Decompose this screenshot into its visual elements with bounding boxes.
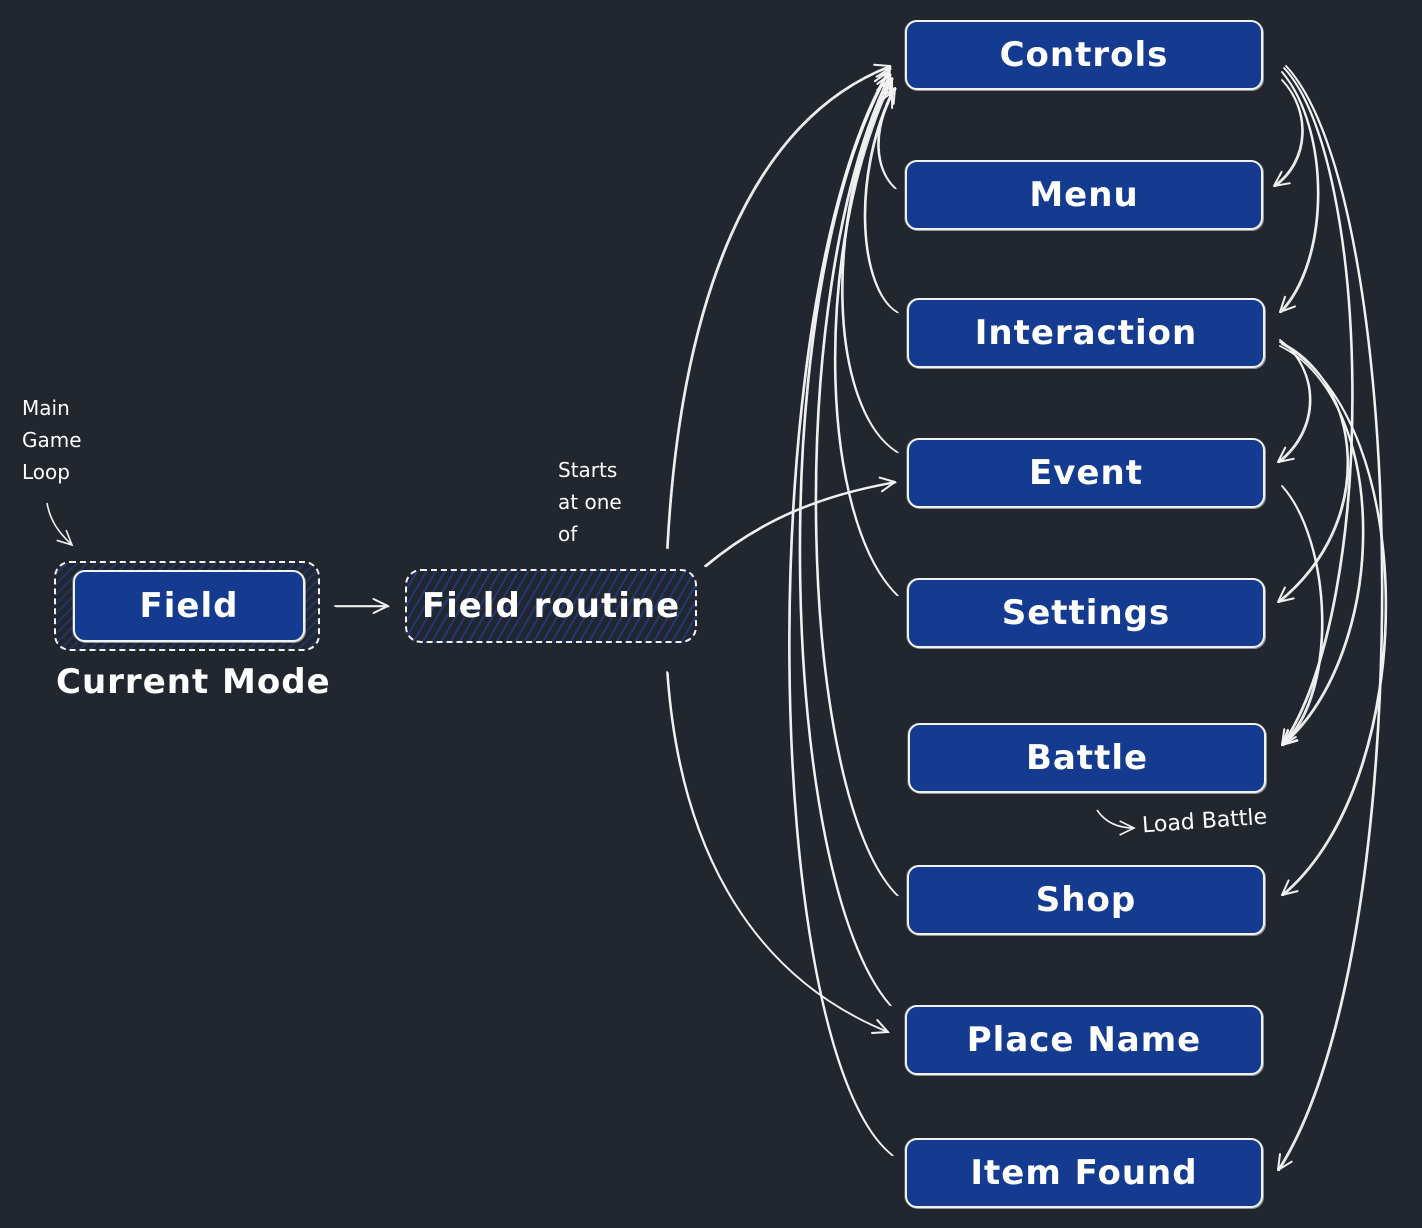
edge-field-to-field-routine [334, 598, 390, 614]
edge-field-routine-to-place-name [666, 671, 890, 1034]
edge-line [667, 672, 890, 1034]
edge-line [1281, 343, 1387, 896]
edge-controls-to-menu [1273, 79, 1304, 188]
node-controls-label: Controls [999, 35, 1169, 75]
edge-line [1277, 341, 1349, 603]
node-shop-label: Shop [1035, 880, 1137, 920]
node-menu-label: Menu [1029, 175, 1139, 215]
edge-line [816, 74, 899, 897]
node-battle-label: Battle [1025, 738, 1149, 778]
node-settings[interactable]: Settings [907, 578, 1265, 648]
node-place-name[interactable]: Place Name [905, 1005, 1263, 1075]
node-event-label: Event [1029, 453, 1143, 493]
load-battle-pointer-arrow [1096, 809, 1136, 836]
edge-interaction-to-settings [1277, 341, 1350, 604]
node-field-routine[interactable]: Field routine [405, 569, 697, 643]
node-shop[interactable]: Shop [907, 865, 1265, 935]
edge-line [666, 671, 889, 1033]
node-interaction[interactable]: Interaction [907, 298, 1265, 368]
main-game-loop-note: Main Game Loop [22, 396, 82, 484]
node-item-found-label: Item Found [970, 1153, 1198, 1193]
node-settings-label: Settings [1001, 593, 1171, 633]
node-controls[interactable]: Controls [905, 20, 1263, 90]
main-game-loop-pointer-arrow [46, 502, 74, 547]
node-place-name-label: Place Name [966, 1020, 1202, 1060]
current-mode-caption: Current Mode [56, 662, 331, 702]
node-field[interactable]: Field [73, 570, 305, 642]
node-interaction-label: Interaction [974, 313, 1198, 353]
starts-at-one-of-note: Starts at one of [558, 458, 622, 546]
node-event[interactable]: Event [907, 438, 1265, 508]
node-menu[interactable]: Menu [905, 160, 1263, 230]
node-item-found[interactable]: Item Found [905, 1138, 1263, 1208]
node-battle[interactable]: Battle [908, 723, 1266, 793]
node-field-label: Field [139, 586, 239, 626]
annotation-line [46, 502, 73, 546]
node-field-routine-label: Field routine [421, 586, 681, 626]
edge-line [1279, 345, 1364, 746]
